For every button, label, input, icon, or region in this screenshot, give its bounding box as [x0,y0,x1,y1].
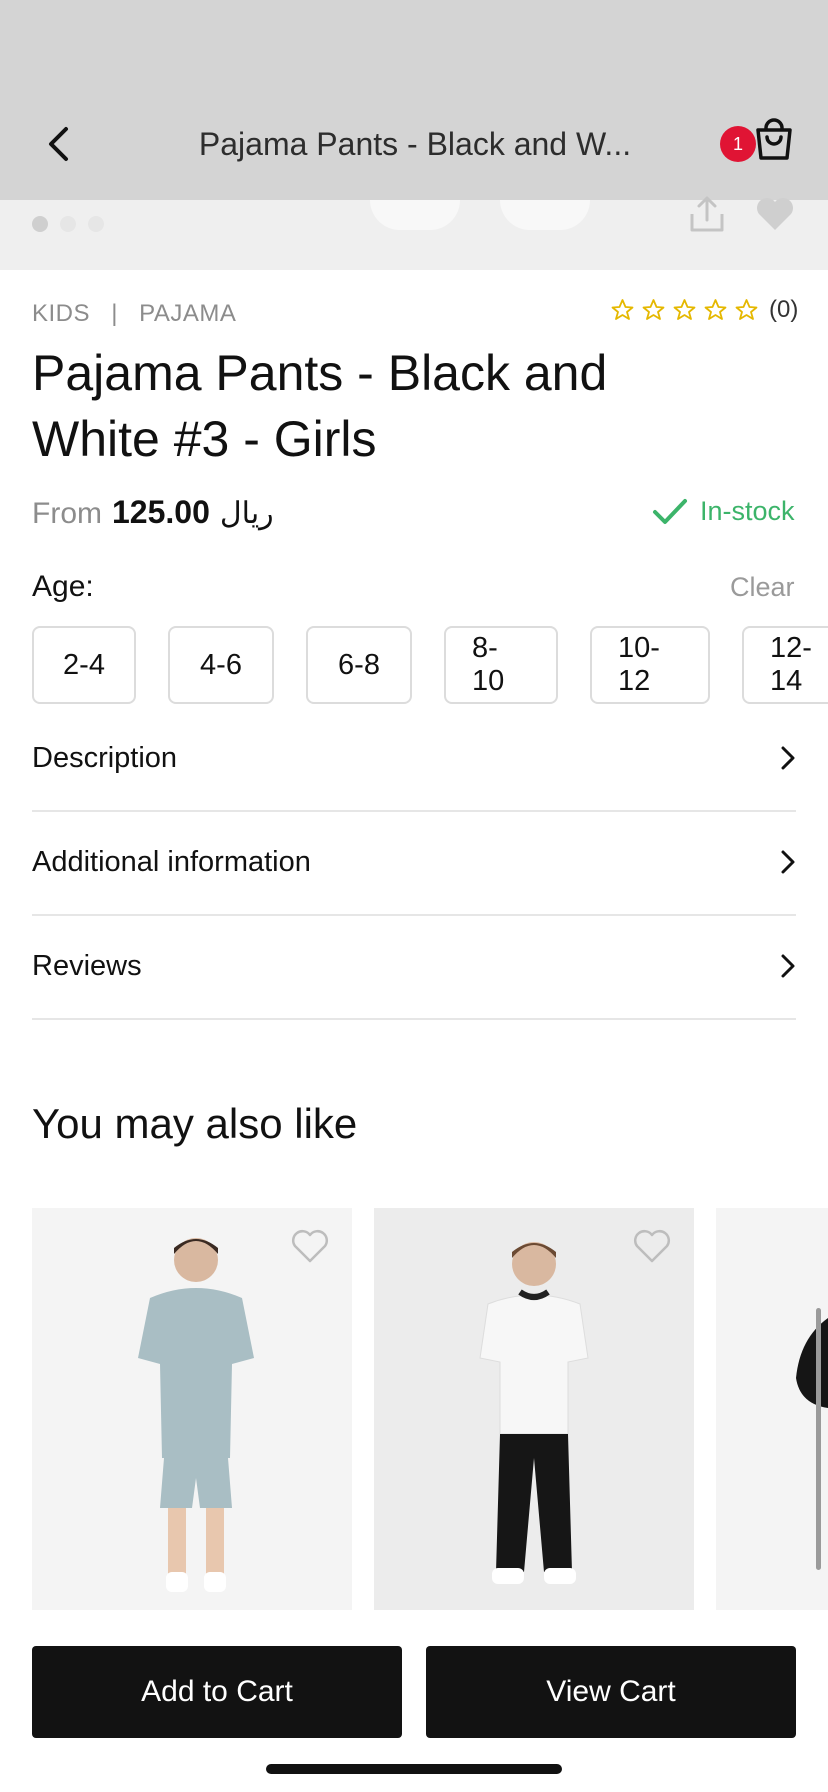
back-button[interactable] [40,120,76,168]
breadcrumb-separator: | [111,300,118,327]
pagination-dot-active[interactable] [32,216,48,232]
price: From 125.00 ريال [32,494,274,531]
chevron-right-icon [781,850,795,874]
page-title: Pajama Pants - Black and W... [198,126,632,162]
chevron-right-icon [781,954,795,978]
breadcrumb: KIDS | PAJAMA [32,300,236,328]
accordion-label: Reviews [32,949,142,982]
star-icon [642,299,665,320]
pagination-dot[interactable] [88,216,104,232]
age-option[interactable]: 8-10 [444,626,558,704]
share-button[interactable] [688,194,728,238]
star-icon [611,299,634,320]
age-option[interactable]: 6-8 [306,626,412,704]
recommendations-title: You may also like [32,1100,358,1147]
pagination-dot[interactable] [60,216,76,232]
breadcrumb-subcategory[interactable]: PAJAMA [139,300,236,327]
price-value: 125.00 [112,494,210,530]
accordion-description[interactable]: Description [32,706,796,812]
age-option[interactable]: 12-14 [742,626,828,704]
top-navigation-bar [0,0,828,200]
heart-outline-icon [292,1230,328,1263]
product-card[interactable] [716,1208,828,1610]
cart-button[interactable] [752,118,804,170]
accordion-additional-information[interactable]: Additional information [32,810,796,916]
add-to-cart-button[interactable]: Add to Cart [32,1646,402,1738]
product-image [374,1208,694,1610]
chevron-left-icon [49,127,68,161]
shopping-bag-icon [756,118,792,160]
view-cart-button[interactable]: View Cart [426,1646,796,1738]
product-card[interactable] [32,1208,352,1610]
price-currency: ريال [219,497,274,530]
clear-selection-button[interactable]: Clear [730,572,795,603]
product-image [32,1208,352,1610]
heart-outline-icon [634,1230,670,1263]
age-option[interactable]: 4-6 [168,626,274,704]
star-icon [673,299,696,320]
stock-label: In-stock [700,496,795,526]
product-rating[interactable]: (0) [610,296,798,324]
heart-icon [757,198,793,230]
product-card[interactable] [374,1208,694,1610]
breadcrumb-category[interactable]: KIDS [32,300,90,327]
price-prefix: From [32,497,102,530]
stock-status: In-stock [652,496,795,527]
favorite-button[interactable] [754,194,798,238]
product-title: Pajama Pants - Black and White #3 - Girl… [32,345,608,467]
rating-count: (0) [769,296,799,323]
age-options: 2-4 4-6 6-8 8-10 10-12 12-14 [32,626,828,708]
age-option[interactable]: 2-4 [32,626,136,704]
share-icon [690,196,724,232]
check-icon [653,498,687,524]
product-image [716,1208,828,1610]
star-icon [735,299,758,320]
chevron-right-icon [781,746,795,770]
wishlist-button[interactable] [290,1228,334,1268]
gallery-pagination [32,216,104,232]
accordion-label: Additional information [32,845,311,878]
age-label: Age: [32,570,94,603]
accordion-label: Description [32,741,178,774]
accordion-reviews[interactable]: Reviews [32,914,796,1020]
scrollbar[interactable] [816,1308,821,1570]
age-option[interactable]: 10-12 [590,626,710,704]
home-indicator[interactable] [266,1764,562,1774]
cart-count-badge: 1 [720,126,756,162]
star-icon [704,299,727,320]
wishlist-button[interactable] [632,1228,676,1268]
